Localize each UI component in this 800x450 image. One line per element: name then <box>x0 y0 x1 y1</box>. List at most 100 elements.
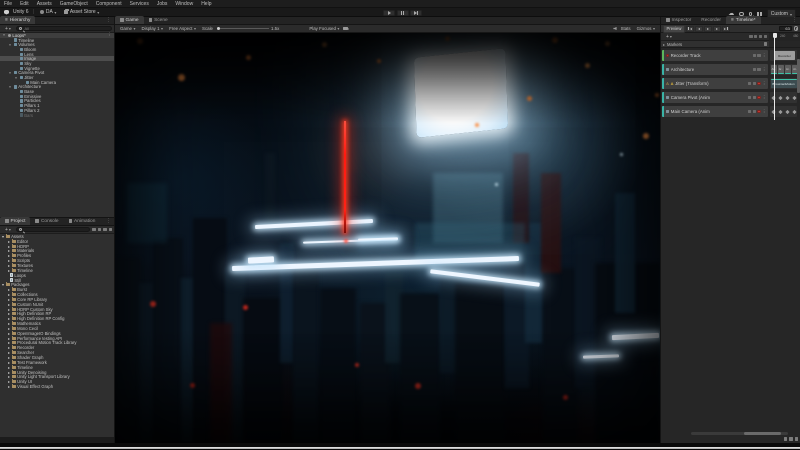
menu-file[interactable]: File <box>0 1 16 7</box>
record-toggle-icon[interactable] <box>757 109 761 114</box>
track-header-jitter-transform[interactable]: ⚠ A Jitter (Transform) ⋮ <box>662 78 768 89</box>
hidden-packages-icon[interactable] <box>108 227 112 232</box>
menu-help[interactable]: Help <box>197 1 215 7</box>
add-asset-button[interactable]: + ▾ <box>2 227 14 233</box>
previous-frame-button[interactable] <box>695 25 703 32</box>
track-options-icon[interactable] <box>789 437 793 441</box>
keyframe-icon[interactable] <box>792 109 797 114</box>
add-gameobject-button[interactable]: + ▾ <box>2 26 14 32</box>
timeline-playhead[interactable] <box>772 33 777 120</box>
search-by-type-icon[interactable] <box>92 227 96 232</box>
hierarchy-item-bars[interactable]: Bars <box>0 113 114 118</box>
record-toggle-icon[interactable] <box>757 81 761 86</box>
edit-mode-icon[interactable] <box>759 34 763 39</box>
tab-project[interactable]: Project <box>0 217 31 225</box>
game-mode-dropdown[interactable]: Game ▾ <box>118 26 137 31</box>
clip-ar-2[interactable]: Ar.. <box>784 65 792 74</box>
lock-track-icon[interactable] <box>752 95 756 100</box>
timeline-horizontal-scrollbar[interactable] <box>691 432 788 435</box>
clip-ar-1[interactable]: Ar.. <box>777 65 784 74</box>
menu-gameobject[interactable]: GameObject <box>56 1 92 7</box>
scale-slider[interactable] <box>217 26 269 30</box>
expand-arrow-icon[interactable]: ▸ <box>8 268 10 273</box>
keyframe-icon[interactable] <box>778 95 783 100</box>
expand-arrow-icon[interactable]: ▾ <box>2 282 4 287</box>
keyframe-icon[interactable] <box>778 109 783 114</box>
gizmos-dropdown[interactable]: Gizmos ▾ <box>635 26 657 31</box>
step-button[interactable] <box>410 9 422 16</box>
kebab-menu-icon[interactable]: ⋮ <box>106 217 114 225</box>
mute-track-icon[interactable] <box>752 67 756 72</box>
expand-arrow-icon[interactable]: ▾ <box>8 85 12 89</box>
expand-arrow-icon[interactable]: ▾ <box>14 76 18 80</box>
play-timeline-button[interactable] <box>704 25 712 32</box>
timeline-gear-icon[interactable] <box>794 437 798 441</box>
tab-animation[interactable]: Animation <box>64 217 101 225</box>
mute-audio-icon[interactable] <box>613 26 617 31</box>
preview-toggle-button[interactable]: Preview <box>663 24 685 33</box>
track-header-camera-pivot-anim[interactable]: Camera Pivot (Anim ⋮ <box>662 92 768 103</box>
menu-services[interactable]: Services <box>126 1 153 7</box>
clip-ar-3[interactable]: Ar.. <box>792 65 797 74</box>
lock-track-icon[interactable] <box>752 81 756 86</box>
lock-track-icon[interactable] <box>752 109 756 114</box>
menu-window[interactable]: Window <box>171 1 197 7</box>
lock-track-icon[interactable] <box>757 67 761 72</box>
go-to-start-button[interactable] <box>686 25 694 32</box>
record-toggle-icon[interactable] <box>757 95 761 100</box>
timeline-vertical-scrollbar[interactable] <box>797 59 800 93</box>
play-focused-dropdown[interactable]: Play Focused ▾ <box>307 26 341 31</box>
expand-arrow-icon[interactable]: ▾ <box>2 33 6 37</box>
scale-slider-knob[interactable] <box>217 26 221 30</box>
asset-store-dropdown[interactable]: Asset Store ▾ <box>62 9 101 15</box>
kebab-menu-icon[interactable]: ⋮ <box>762 109 767 114</box>
track-header-architecture[interactable]: Architecture ⋮ <box>662 64 768 75</box>
pause-button[interactable] <box>396 9 409 16</box>
markers-row[interactable]: ▸ Markers <box>661 41 800 48</box>
aspect-dropdown[interactable]: Free Aspect ▾ <box>167 26 198 31</box>
hierarchy-search-input[interactable]: All <box>15 26 112 31</box>
current-frame-field[interactable]: 63 <box>779 25 793 32</box>
marker-toggle-icon[interactable] <box>763 34 767 39</box>
curves-view-icon[interactable] <box>749 34 753 39</box>
clip-recorder[interactable]: Recorder <box>774 51 795 60</box>
project-search-input[interactable] <box>15 227 90 232</box>
favorites-icon[interactable] <box>103 227 107 232</box>
mute-track-icon[interactable] <box>747 81 752 86</box>
screenshot-camera-icon[interactable] <box>343 26 349 31</box>
kebab-menu-icon[interactable]: ⋮ <box>762 53 767 58</box>
menu-edit[interactable]: Edit <box>16 1 33 7</box>
keyframe-icon[interactable] <box>792 95 797 100</box>
tab-console[interactable]: Console <box>30 217 63 225</box>
kebab-menu-icon[interactable]: ⋮ <box>762 81 767 86</box>
expand-arrow-icon[interactable]: ▾ <box>2 234 4 239</box>
add-track-button[interactable]: + ▾ <box>663 34 675 40</box>
kebab-menu-icon[interactable]: ⋮ <box>762 95 767 100</box>
expand-arrow-icon[interactable]: ▾ <box>8 43 12 47</box>
kebab-menu-icon[interactable]: ⋮ <box>108 32 115 38</box>
expand-arrow-icon[interactable]: ▾ <box>8 71 12 75</box>
search-by-label-icon[interactable] <box>97 227 101 232</box>
go-to-end-button[interactable] <box>722 25 730 32</box>
mute-track-icon[interactable] <box>747 95 752 100</box>
insert-frame-icon[interactable] <box>754 34 758 39</box>
tab-scene[interactable]: Scene <box>144 16 173 24</box>
menu-assets[interactable]: Assets <box>33 1 56 7</box>
account-dropdown[interactable]: DA ▾ <box>38 9 58 15</box>
menu-jobs[interactable]: Jobs <box>153 1 172 7</box>
game-render-viewport[interactable] <box>115 33 660 443</box>
keyframe-icon[interactable] <box>785 95 790 100</box>
track-header-main-camera-anim[interactable]: Main Camera (Anim ⋮ <box>662 106 768 117</box>
tab-game[interactable]: Game <box>115 16 144 24</box>
kebab-menu-icon[interactable]: ⋮ <box>106 16 114 24</box>
zoom-fit-icon[interactable] <box>783 437 787 441</box>
expand-arrow-icon[interactable]: ▸ <box>8 384 10 389</box>
track-header-recorder-track[interactable]: Recorder Track ⋮ <box>662 50 768 61</box>
tab-recorder[interactable]: Recorder <box>696 16 726 24</box>
kebab-menu-icon[interactable]: ⋮ <box>762 67 767 72</box>
stats-button[interactable]: Stats <box>621 26 631 31</box>
mute-track-icon[interactable] <box>747 109 752 114</box>
display-dropdown[interactable]: Display 1 ▾ <box>139 26 165 31</box>
keyframe-icon[interactable] <box>785 109 790 114</box>
project-item-visual-effect-graph[interactable]: ▸ Visual Effect Graph <box>0 384 114 389</box>
